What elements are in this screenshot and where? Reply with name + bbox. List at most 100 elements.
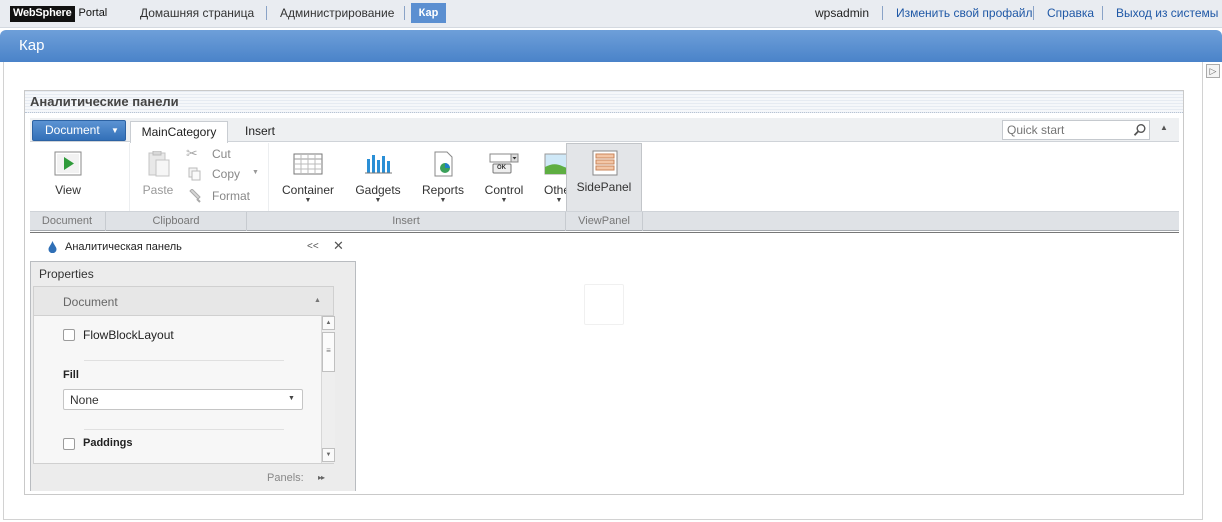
gadgets-button[interactable]: Gadgets ▼ bbox=[352, 151, 404, 205]
expand-panels-icon[interactable]: ▸▸ bbox=[318, 473, 325, 482]
ribbon-group-labels: Document Clipboard Insert ViewPanel bbox=[30, 211, 1179, 231]
flowblocklayout-checkbox[interactable] bbox=[63, 329, 75, 341]
nav-administration[interactable]: Администрирование bbox=[280, 6, 394, 20]
sidepanel-label: SidePanel bbox=[576, 180, 632, 194]
control-icon-text: OK bbox=[497, 165, 506, 171]
collapse-left-icon[interactable]: << bbox=[307, 241, 319, 252]
chevron-down-icon: ▼ bbox=[111, 126, 119, 135]
tab-insert[interactable]: Insert bbox=[236, 121, 284, 143]
panel-tab-row: Аналитическая панель << ✕ bbox=[30, 232, 1179, 261]
help-link[interactable]: Справка bbox=[1047, 6, 1094, 20]
properties-scrollbar[interactable]: ▲ ≡ ▼ bbox=[321, 316, 335, 463]
control-button[interactable]: OK Control ▼ bbox=[482, 151, 526, 205]
report-icon bbox=[428, 151, 458, 177]
paddings-checkbox[interactable] bbox=[63, 438, 75, 450]
container-icon bbox=[293, 151, 323, 177]
paste-button[interactable]: Paste bbox=[138, 150, 178, 197]
current-user: wpsadmin bbox=[815, 6, 870, 20]
properties-body: FlowBlockLayout Fill None ▼ Paddings ▲ ≡… bbox=[33, 316, 335, 464]
document-section-label: Document bbox=[63, 295, 118, 309]
divider bbox=[84, 429, 284, 430]
view-icon bbox=[53, 151, 83, 177]
page-title-band: Кар bbox=[0, 30, 1222, 62]
fill-select-value: None bbox=[70, 393, 99, 407]
ribbon-tab-row: Document ▼ MainCategory Insert ▲ bbox=[30, 118, 1179, 143]
divider bbox=[84, 360, 284, 361]
quick-start-input[interactable] bbox=[1003, 121, 1123, 139]
ribbon-divider bbox=[129, 143, 130, 211]
chevron-down-icon: ▼ bbox=[304, 197, 312, 204]
nav-divider bbox=[882, 6, 883, 20]
logout-link[interactable]: Выход из системы bbox=[1116, 6, 1218, 20]
container-label: Container bbox=[281, 183, 335, 197]
paste-label: Paste bbox=[142, 183, 174, 197]
chevron-down-icon: ▼ bbox=[374, 197, 382, 204]
document-section-header[interactable]: Document ▲ bbox=[33, 286, 334, 316]
portlet-title: Аналитические панели bbox=[30, 94, 179, 109]
edit-profile-link[interactable]: Изменить свой профайл bbox=[896, 6, 1033, 20]
scissors-icon: ✂ bbox=[186, 145, 198, 161]
fill-label: Fill bbox=[63, 369, 79, 381]
websphere-portal-logo: WebSphere Portal bbox=[10, 6, 107, 22]
chevron-down-icon: ▼ bbox=[252, 169, 259, 176]
portlet-header: Аналитические панели bbox=[25, 91, 1183, 113]
format-painter-icon bbox=[189, 188, 201, 203]
flowblocklayout-label: FlowBlockLayout bbox=[83, 328, 174, 342]
collapse-ribbon-icon[interactable]: ▲ bbox=[1160, 123, 1168, 132]
control-label: Control bbox=[484, 183, 524, 197]
group-viewpanel-label: ViewPanel bbox=[578, 215, 630, 227]
chevron-down-icon: ▼ bbox=[439, 197, 447, 204]
search-icon[interactable] bbox=[1133, 123, 1147, 137]
format-button[interactable]: Format bbox=[188, 188, 250, 206]
workspace-placeholder bbox=[584, 284, 624, 325]
quick-start-box bbox=[1002, 120, 1150, 140]
view-button[interactable]: View bbox=[48, 151, 88, 197]
panel-tab[interactable]: Аналитическая панель bbox=[30, 233, 244, 261]
control-icon: OK bbox=[489, 151, 519, 177]
drop-icon bbox=[48, 241, 57, 253]
page-title: Кар bbox=[19, 37, 45, 54]
cut-label: Cut bbox=[212, 147, 231, 161]
paddings-label: Paddings bbox=[83, 437, 133, 449]
copy-icon bbox=[188, 167, 201, 181]
reports-button[interactable]: Reports ▼ bbox=[418, 151, 468, 205]
fill-select[interactable]: None ▼ bbox=[63, 389, 303, 410]
logo-product: Portal bbox=[78, 7, 108, 19]
scroll-down-icon[interactable]: ▼ bbox=[322, 448, 335, 462]
ribbon-body: View Paste ✂ Cut Copy ▼ Format Container… bbox=[30, 143, 1179, 211]
sidepanel-icon bbox=[590, 150, 620, 176]
properties-panel: Properties Document ▲ FlowBlockLayout Fi… bbox=[30, 261, 356, 491]
document-menu-label: Document bbox=[45, 123, 100, 137]
chevron-up-icon: ▲ bbox=[314, 297, 321, 304]
format-label: Format bbox=[212, 189, 251, 203]
nav-kap-active[interactable]: Кар bbox=[411, 3, 446, 23]
nav-divider bbox=[1033, 6, 1034, 20]
bar-chart-icon bbox=[363, 151, 393, 177]
reports-label: Reports bbox=[421, 183, 465, 197]
nav-divider bbox=[1102, 6, 1103, 20]
ribbon-divider bbox=[268, 143, 269, 211]
scroll-up-icon[interactable]: ▲ bbox=[322, 316, 335, 330]
container-button[interactable]: Container ▼ bbox=[278, 151, 338, 205]
nav-divider bbox=[266, 6, 267, 20]
nav-divider bbox=[404, 6, 405, 20]
panel-tab-title: Аналитическая панель bbox=[65, 241, 182, 253]
group-divider bbox=[642, 212, 643, 231]
view-label: View bbox=[55, 183, 81, 197]
nav-home[interactable]: Домашняя страница bbox=[140, 6, 254, 20]
group-insert-label: Insert bbox=[392, 215, 420, 227]
expand-right-icon[interactable]: ▷ bbox=[1206, 64, 1220, 78]
close-icon[interactable]: ✕ bbox=[333, 238, 344, 254]
copy-button[interactable]: Copy ▼ bbox=[188, 167, 264, 184]
cut-button[interactable]: ✂ Cut bbox=[186, 145, 231, 162]
document-menu-button[interactable]: Document ▼ bbox=[32, 120, 126, 141]
properties-title: Properties bbox=[39, 267, 94, 281]
copy-label: Copy bbox=[212, 167, 241, 181]
scroll-thumb[interactable]: ≡ bbox=[322, 332, 335, 372]
logo-brand: WebSphere bbox=[10, 6, 75, 22]
tab-maincategory[interactable]: MainCategory bbox=[130, 121, 228, 143]
gadgets-label: Gadgets bbox=[355, 183, 401, 197]
panels-footer-label: Panels: bbox=[267, 472, 304, 484]
group-clipboard-label: Clipboard bbox=[152, 215, 200, 227]
sidepanel-button[interactable]: SidePanel bbox=[566, 143, 642, 211]
